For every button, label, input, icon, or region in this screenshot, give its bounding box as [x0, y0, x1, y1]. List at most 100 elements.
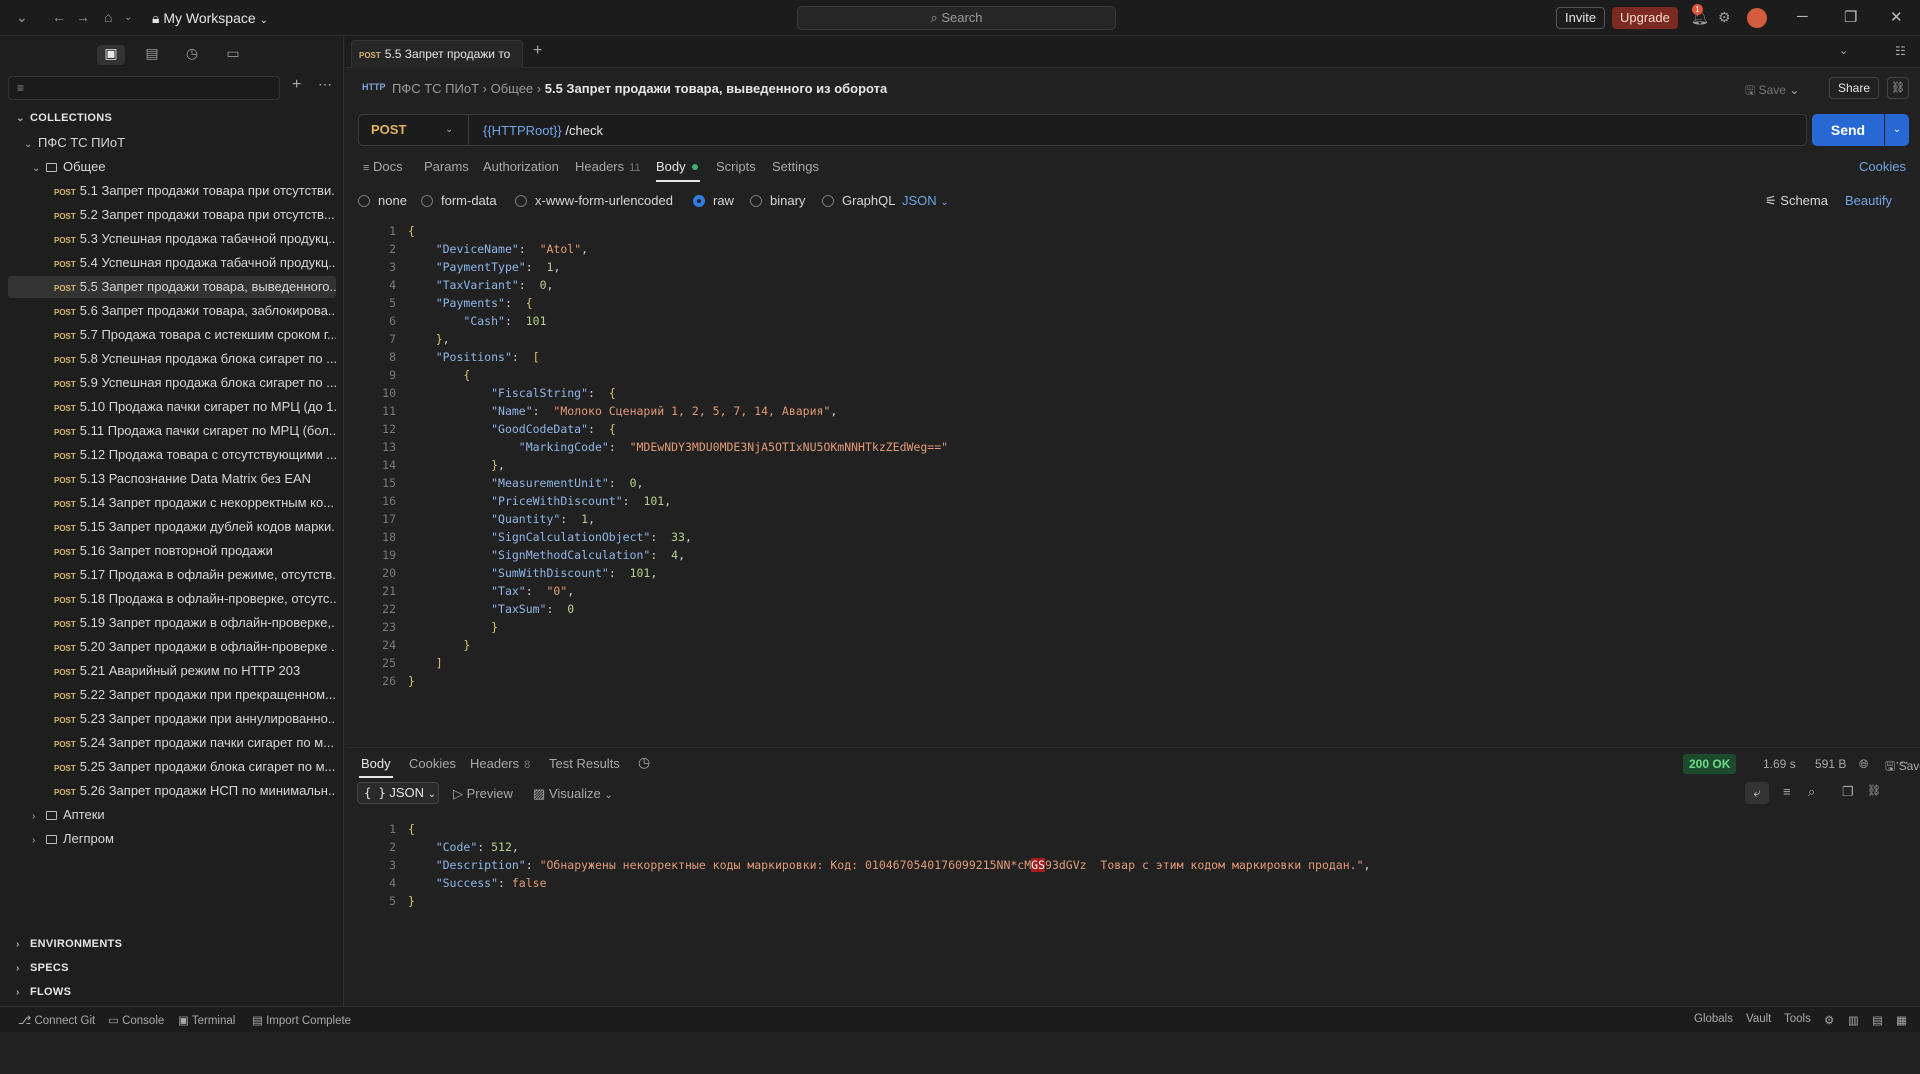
request-title[interactable]: 5.5 Запрет продажи товара, выведенного и…	[545, 81, 888, 96]
avatar[interactable]	[1747, 8, 1767, 28]
panel-right-icon[interactable]: ▦	[1896, 1013, 1907, 1027]
link-icon[interactable]: ⛓︎	[1867, 784, 1881, 797]
beautify-button[interactable]: Beautify	[1845, 193, 1892, 208]
response-tab-headers[interactable]: Headers 8	[470, 756, 530, 771]
tab-params[interactable]: Params	[424, 159, 469, 174]
tab-body[interactable]: Body	[656, 159, 698, 174]
invite-button[interactable]: Invite	[1556, 7, 1606, 29]
request-item[interactable]: POST 5.8 Успешная продажа блока сигарет п…	[8, 348, 336, 370]
response-tab-cookies[interactable]: Cookies	[409, 756, 456, 771]
gear-icon[interactable]: ⚙	[1718, 9, 1731, 26]
global-search[interactable]: ⌕ Search	[797, 6, 1116, 30]
request-item[interactable]: POST 5.11 Продажа пачки сигарет по МРЦ (б…	[8, 420, 336, 442]
environments-icon[interactable]: ▤	[138, 45, 166, 65]
body-mode-urlencoded[interactable]: x-www-form-urlencoded	[515, 193, 673, 208]
method-select[interactable]: POST ⌄	[359, 115, 469, 145]
close-icon[interactable]: ✕	[1890, 8, 1903, 26]
collection-item[interactable]: ⌄ ПФС ТС ПИоТ	[8, 132, 336, 154]
response-body-viewer[interactable]: 12345 { "Code": 512, "Description": "Обн…	[360, 820, 1910, 910]
link-icon[interactable]: ⛓︎	[1887, 77, 1909, 99]
flows-section[interactable]: › FLOWS	[16, 986, 71, 998]
request-item[interactable]: POST 5.7 Продажа товара с истекшим сроком…	[8, 324, 336, 346]
panel-left-icon[interactable]: ▥	[1848, 1013, 1859, 1027]
import-status[interactable]: ▤ Import Complete	[252, 1013, 351, 1027]
back-arrow-icon[interactable]: ←	[52, 9, 66, 25]
add-icon[interactable]: +	[292, 76, 301, 94]
body-mode-binary[interactable]: binary	[750, 193, 805, 208]
request-item[interactable]: POST 5.1 Запрет продажи товара при отсутс…	[8, 180, 336, 202]
response-size[interactable]: 591 B	[1815, 757, 1846, 771]
request-item[interactable]: POST 5.15 Запрет продажи дублей кодов мар…	[8, 516, 336, 538]
history-icon[interactable]: ◷	[638, 754, 650, 771]
specs-section[interactable]: › SPECS	[16, 962, 69, 974]
filter-icon[interactable]: ≡	[1783, 784, 1791, 799]
layout-icon[interactable]: ☷	[1895, 44, 1906, 58]
globe-icon[interactable]: 🌐︎	[1859, 757, 1869, 772]
send-button[interactable]: Send	[1812, 114, 1884, 146]
environments-section[interactable]: › ENVIRONMENTS	[16, 938, 122, 950]
collections-section[interactable]: ⌄ COLLECTIONS	[16, 112, 112, 124]
body-mode-none[interactable]: none	[358, 193, 407, 208]
request-item[interactable]: POST 5.9 Успешная продажа блока сигарет п…	[8, 372, 336, 394]
request-item[interactable]: POST 5.14 Запрет продажи с некорректным к…	[8, 492, 336, 514]
status-badge[interactable]: 200 OK	[1683, 754, 1737, 774]
cookies-link[interactable]: Cookies	[1859, 159, 1906, 174]
tab-authorization[interactable]: Authorization	[483, 159, 559, 174]
terminal-button[interactable]: ▣ Terminal	[178, 1013, 235, 1027]
collections-icon[interactable]: ▣	[97, 45, 125, 65]
url-input[interactable]: {{HTTPRoot}} /check	[483, 123, 603, 138]
restore-icon[interactable]: ❐	[1844, 8, 1857, 26]
format-select[interactable]: JSON ⌄	[902, 193, 949, 208]
request-item[interactable]: POST 5.3 Успешная продажа табачной продук…	[8, 228, 336, 250]
tab-scripts[interactable]: Scripts	[716, 159, 756, 174]
request-item[interactable]: POST 5.10 Продажа пачки сигарет по МРЦ (д…	[8, 396, 336, 418]
request-item[interactable]: POST 5.24 Запрет продажи пачки сигарет по…	[8, 732, 336, 754]
body-mode-graphql[interactable]: GraphQL	[822, 193, 895, 208]
tab-headers[interactable]: Headers 11	[575, 159, 641, 174]
workspace-switcher[interactable]: 🔒︎ My Workspace ⌄	[152, 10, 268, 27]
folder-item-apteki[interactable]: › Аптеки	[8, 804, 336, 826]
folder-item-obshchee[interactable]: ⌄ Общее	[8, 156, 336, 178]
home-icon[interactable]: ⌂	[104, 9, 112, 25]
tab-request-5-5[interactable]: POST 5.5 Запрет продажи то	[351, 40, 523, 68]
tabs-dropdown-icon[interactable]: ⌄	[1839, 44, 1848, 57]
request-item[interactable]: POST 5.19 Запрет продажи в офлайн-проверк…	[8, 612, 336, 634]
schema-button[interactable]: ⚟ Schema	[1765, 193, 1828, 209]
share-button[interactable]: Share	[1829, 77, 1880, 99]
history-icon[interactable]: ◷	[178, 45, 206, 65]
response-tab-tests[interactable]: Test Results	[549, 756, 620, 771]
send-dropdown-icon[interactable]: ⌄	[1885, 114, 1909, 146]
tab-docs[interactable]: ≡ Docs	[363, 159, 403, 174]
request-item[interactable]: POST 5.16 Запрет повторной продажи	[8, 540, 336, 562]
wrap-icon[interactable]: ⤶	[1745, 782, 1769, 804]
files-icon[interactable]: ▭	[219, 45, 247, 65]
console-button[interactable]: ▭ Console	[108, 1013, 164, 1027]
request-item[interactable]: POST 5.6 Запрет продажи товара, заблокиро…	[8, 300, 336, 322]
sidebar-filter-input[interactable]: ≡	[8, 76, 280, 100]
visualize-button[interactable]: ▨ Visualize ⌄	[533, 786, 613, 802]
tools-button[interactable]: Tools	[1784, 1013, 1811, 1025]
request-item[interactable]: POST 5.13 Распознание Data Matrix без EAN	[8, 468, 336, 490]
request-item[interactable]: POST 5.21 Аварийный режим по HTTP 203	[8, 660, 336, 682]
request-item[interactable]: POST 5.18 Продажа в офлайн-проверке, отсу…	[8, 588, 336, 610]
body-mode-raw[interactable]: raw	[693, 193, 734, 208]
body-mode-form-data[interactable]: form-data	[421, 193, 497, 208]
search-icon[interactable]: ⌕	[1808, 784, 1815, 800]
forward-arrow-icon[interactable]: →	[76, 9, 90, 25]
response-tab-body[interactable]: Body	[361, 756, 391, 771]
settings-icon[interactable]: ⚙	[1824, 1013, 1834, 1027]
request-item[interactable]: POST 5.5 Запрет продажи товара, выведенно…	[8, 276, 336, 298]
save-button[interactable]: 🖫︎ Save ⌄	[1745, 81, 1799, 102]
request-body-editor[interactable]: 1 2 3 4 5 6 7 8 9 10 11 12 13 14 15 16 17 18 19 20 21 22 23 24 2…	[360, 222, 1910, 732]
new-tab-icon[interactable]: +	[533, 42, 542, 60]
request-item[interactable]: POST 5.4 Успешная продажа табачной продук…	[8, 252, 336, 274]
vault-button[interactable]: Vault	[1746, 1013, 1771, 1025]
copy-icon[interactable]: ❐	[1842, 784, 1854, 800]
panel-bottom-icon[interactable]: ▤	[1872, 1013, 1883, 1027]
home-chevron-icon[interactable]: ⌄	[124, 12, 132, 23]
request-item[interactable]: POST 5.25 Запрет продажи блока сигарет по…	[8, 756, 336, 778]
tab-settings[interactable]: Settings	[772, 159, 819, 174]
request-item[interactable]: POST 5.20 Запрет продажи в офлайн-проверк…	[8, 636, 336, 658]
connect-git-button[interactable]: ⎇ Connect Git	[18, 1013, 95, 1027]
folder-item-legprom[interactable]: › Легпром	[8, 828, 336, 850]
